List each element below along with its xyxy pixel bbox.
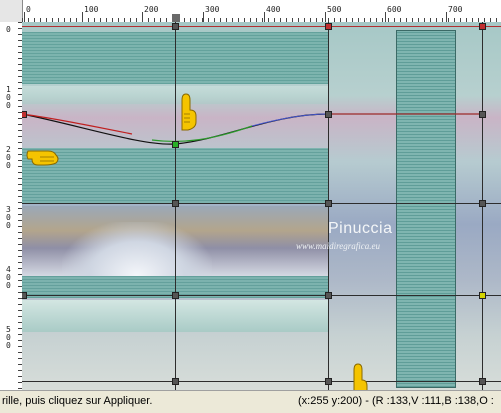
ruler-label-400: 400 — [266, 5, 281, 14]
ruler-label-200: 200 — [144, 5, 159, 14]
pixel-readout: (x:255 y:200) - (R :133,V :111,B :138,O … — [298, 395, 494, 407]
control-node[interactable] — [22, 292, 27, 299]
ruler-label-500: 5 0 0 — [6, 325, 11, 350]
control-node[interactable] — [479, 292, 486, 299]
control-node[interactable] — [22, 111, 27, 118]
ruler-label-600: 600 — [387, 5, 402, 14]
control-node[interactable] — [479, 111, 486, 118]
ruler-marker — [172, 14, 180, 22]
pointing-hand-icon — [181, 93, 197, 131]
ruler-corner — [0, 0, 23, 22]
image-canvas[interactable]: Pinuccia www.maidiregrafica.eu — [22, 22, 501, 390]
vertical-ruler[interactable]: 0 1 0 0 2 0 0 3 0 0 4 0 0 5 0 0 — [0, 22, 23, 390]
status-hint: rille, puis cliquez sur Appliquer. — [2, 395, 153, 407]
ruler-label-700: 700 — [448, 5, 463, 14]
control-node[interactable] — [325, 292, 332, 299]
control-node[interactable] — [479, 23, 486, 30]
ruler-label-100: 100 — [84, 5, 99, 14]
ruler-label-400: 4 0 0 — [6, 265, 11, 290]
ruler-label-100: 1 0 0 — [6, 85, 11, 110]
control-node[interactable] — [172, 292, 179, 299]
status-bar: rille, puis cliquez sur Appliquer. (x:25… — [0, 390, 501, 413]
ruler-label-0: 0 — [6, 25, 11, 34]
ruler-label-300: 3 0 0 — [6, 205, 11, 230]
control-node[interactable] — [325, 111, 332, 118]
horizontal-ruler[interactable]: 0 100 200 300 400 500 600 700 — [0, 0, 501, 23]
control-node-active[interactable] — [172, 141, 179, 148]
ruler-label-500: 500 — [327, 5, 342, 14]
ruler-label-300: 300 — [205, 5, 220, 14]
deform-curve[interactable] — [22, 22, 501, 390]
control-node[interactable] — [172, 200, 179, 207]
watermark-url: www.maidiregrafica.eu — [296, 241, 380, 251]
control-node[interactable] — [325, 200, 332, 207]
control-node[interactable] — [325, 23, 332, 30]
control-node[interactable] — [172, 378, 179, 385]
control-node[interactable] — [479, 378, 486, 385]
ruler-label-200: 2 0 0 — [6, 145, 11, 170]
control-node[interactable] — [172, 23, 179, 30]
watermark-title: Pinuccia — [328, 220, 393, 237]
control-node[interactable] — [325, 378, 332, 385]
ruler-label-0: 0 — [26, 5, 31, 14]
pointing-hand-icon — [26, 150, 59, 166]
control-node[interactable] — [479, 200, 486, 207]
